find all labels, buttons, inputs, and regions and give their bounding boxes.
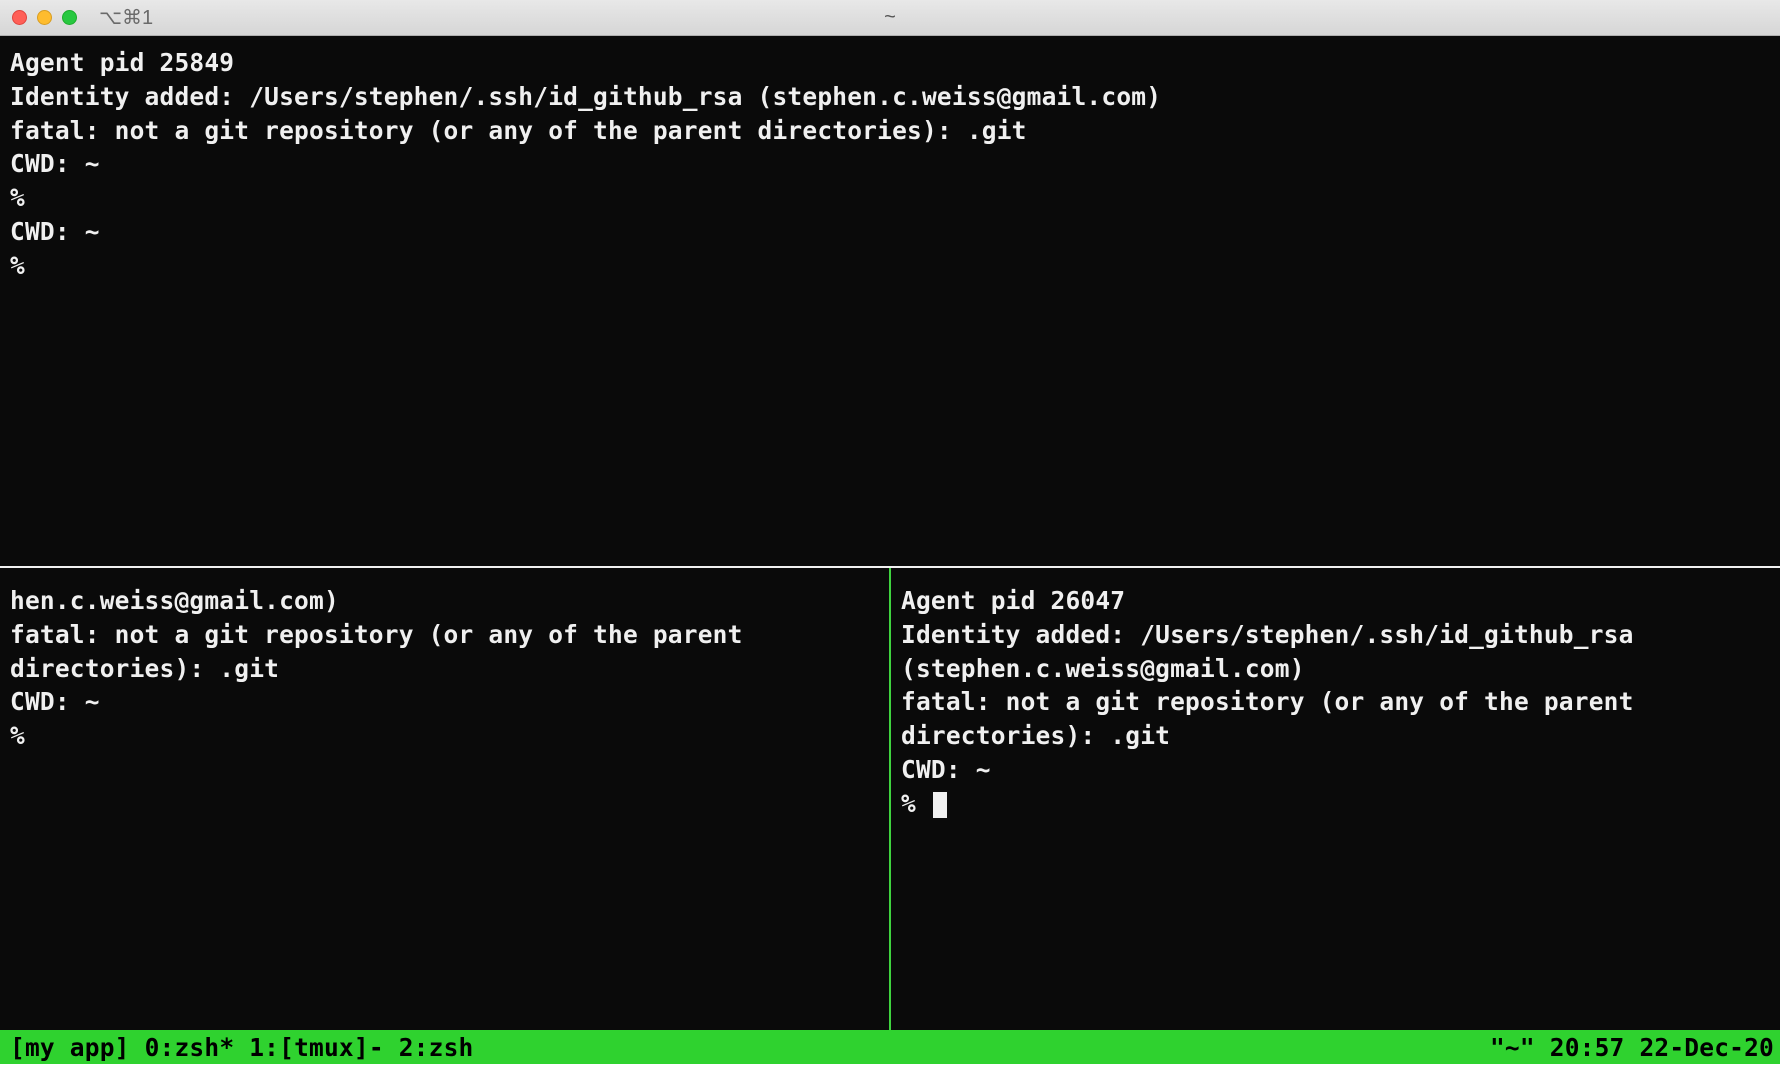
- tmux-pane-top[interactable]: Agent pid 25849 Identity added: /Users/s…: [0, 36, 1780, 566]
- terminal-area[interactable]: Agent pid 25849 Identity added: /Users/s…: [0, 36, 1780, 1030]
- tmux-statusbar: [my app] 0:zsh* 1:[tmux]- 2:zsh "~" 20:5…: [0, 1030, 1780, 1064]
- close-button[interactable]: [12, 10, 27, 25]
- statusbar-windows[interactable]: 0:zsh* 1:[tmux]- 2:zsh: [145, 1033, 474, 1062]
- tmux-pane-bottom-right[interactable]: Agent pid 26047 Identity added: /Users/s…: [891, 568, 1780, 1030]
- titlebar-shortcut-label: ⌥⌘1: [99, 5, 153, 30]
- bottom-strip: [0, 1064, 1780, 1078]
- prompt: %: [901, 789, 931, 818]
- maximize-button[interactable]: [62, 10, 77, 25]
- statusbar-right: "~" 20:57 22-Dec-20: [1490, 1033, 1774, 1062]
- window-title: ~: [884, 6, 896, 29]
- pane-bottom-row: hen.c.weiss@gmail.com) fatal: not a git …: [0, 568, 1780, 1030]
- tmux-pane-bottom-left[interactable]: hen.c.weiss@gmail.com) fatal: not a git …: [0, 568, 891, 1030]
- window-titlebar: ⌥⌘1 ~: [0, 0, 1780, 36]
- traffic-lights: [12, 10, 77, 25]
- minimize-button[interactable]: [37, 10, 52, 25]
- statusbar-session: [my app]: [10, 1033, 130, 1062]
- cursor-block-icon: [933, 792, 947, 818]
- statusbar-left: [my app] 0:zsh* 1:[tmux]- 2:zsh: [10, 1033, 473, 1062]
